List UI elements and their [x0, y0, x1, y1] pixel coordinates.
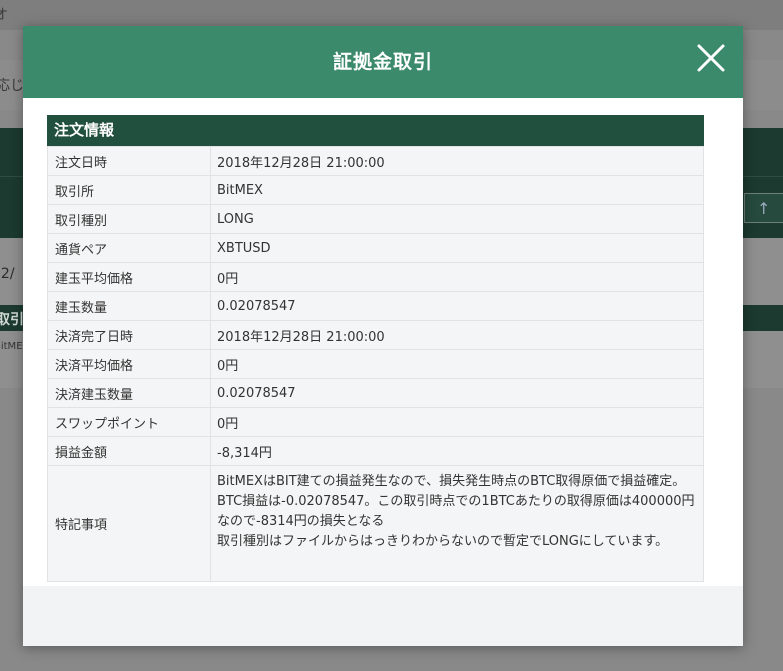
- table-row: 決済建玉数量 0.02078547: [47, 378, 704, 408]
- order-info-table: 注文日時 2018年12月28日 21:00:00 取引所 BitMEX 取引種別 LON…: [47, 146, 704, 582]
- row-label: 建玉平均価格: [47, 262, 211, 292]
- row-value: 0.02078547: [210, 378, 704, 408]
- row-label: 建玉数量: [47, 291, 211, 321]
- row-label: 決済平均価格: [47, 349, 211, 379]
- table-row: 取引種別 LONG: [47, 204, 704, 234]
- row-value: 0円: [210, 349, 704, 379]
- row-value: XBTUSD: [210, 233, 704, 263]
- arrow-up-icon: ↑: [757, 199, 771, 218]
- row-value: 0円: [210, 407, 704, 437]
- background-row-text: 12/: [0, 266, 15, 282]
- table-row: 決済完了日時 2018年12月28日 21:00:00: [47, 320, 704, 350]
- background-band-text: 応じ: [0, 78, 24, 94]
- row-value: 2018年12月28日 21:00:00: [210, 320, 704, 350]
- close-icon: [697, 44, 725, 72]
- modal-footer: [23, 586, 743, 646]
- notes-line: BitMEXはBIT建ての損益発生なので、損失発生時点のBTC取得原価で損益確定…: [217, 474, 686, 489]
- row-label: 損益金額: [47, 436, 211, 466]
- margin-trade-modal: 証拠金取引 注文情報 注文日時 2018年12月28日 21:00:00 取引所 Bi…: [23, 26, 743, 646]
- table-row: 取引所 BitMEX: [47, 175, 704, 205]
- order-info-section: 注文情報 注文日時 2018年12月28日 21:00:00 取引所 BitMEX 取引…: [47, 115, 704, 582]
- modal-title: 証拠金取引: [332, 51, 433, 73]
- row-value: 2018年12月28日 21:00:00: [210, 146, 704, 176]
- background-dark-bar-text: 取引: [0, 312, 24, 328]
- table-row: 注文日時 2018年12月28日 21:00:00: [47, 146, 704, 176]
- section-title: 注文情報: [47, 115, 704, 146]
- scrollbar[interactable]: [729, 98, 741, 586]
- notes-line: BTC損益は-0.02078547。この取引時点での1BTCあたりの取得原価は4…: [217, 494, 695, 529]
- close-button[interactable]: [695, 42, 727, 74]
- row-label: 取引種別: [47, 204, 211, 234]
- table-row: 通貨ペア XBTUSD: [47, 233, 704, 263]
- modal-body[interactable]: 注文情報 注文日時 2018年12月28日 21:00:00 取引所 BitMEX 取引…: [23, 98, 743, 586]
- row-label: スワップポイント: [47, 407, 211, 437]
- background-topbar-text: オ: [0, 7, 8, 23]
- row-value: BitMEX: [210, 175, 704, 205]
- table-row: 決済平均価格 0円: [47, 349, 704, 379]
- notes-label: 特記事項: [47, 465, 211, 582]
- row-value: 0.02078547: [210, 291, 704, 321]
- background-scroll-top-button: ↑: [744, 193, 783, 223]
- table-row: 建玉平均価格 0円: [47, 262, 704, 292]
- table-row: 建玉数量 0.02078547: [47, 291, 704, 321]
- background-small-text: BitME: [0, 341, 23, 352]
- notes-line: 取引種別はファイルからはっきりわからないので暫定でLONGにしています。: [217, 534, 669, 549]
- notes-value: BitMEXはBIT建ての損益発生なので、損失発生時点のBTC取得原価で損益確定…: [210, 465, 704, 582]
- modal-header: 証拠金取引: [23, 26, 743, 98]
- table-row: 損益金額 -8,314円: [47, 436, 704, 466]
- row-label: 通貨ペア: [47, 233, 211, 263]
- row-label: 決済建玉数量: [47, 378, 211, 408]
- row-value: LONG: [210, 204, 704, 234]
- row-label: 取引所: [47, 175, 211, 205]
- row-value: -8,314円: [210, 436, 704, 466]
- row-value: 0円: [210, 262, 704, 292]
- row-label: 決済完了日時: [47, 320, 211, 350]
- table-row-notes: 特記事項 BitMEXはBIT建ての損益発生なので、損失発生時点のBTC取得原価で…: [47, 465, 704, 582]
- table-row: スワップポイント 0円: [47, 407, 704, 437]
- row-label: 注文日時: [47, 146, 211, 176]
